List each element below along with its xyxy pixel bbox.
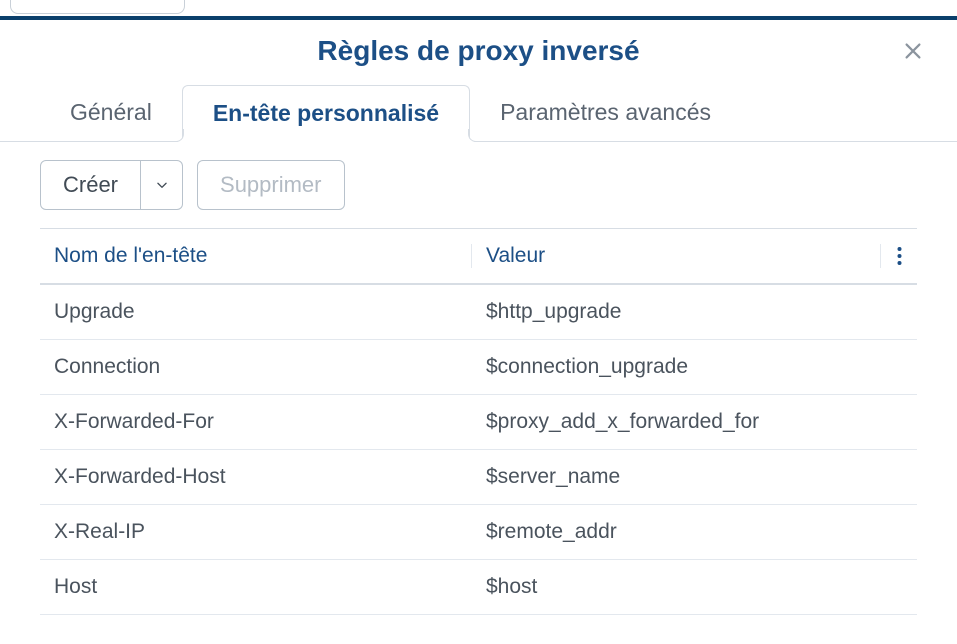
toolbar: Créer Supprimer (0, 142, 957, 228)
header-value-cell: $connection_upgrade (472, 355, 917, 379)
dialog-title: Règles de proxy inversé (317, 35, 639, 67)
header-value-cell: $remote_addr (472, 520, 917, 544)
tab-advanced[interactable]: Paramètres avancés (470, 85, 741, 141)
close-button[interactable] (899, 37, 927, 65)
reverse-proxy-rules-dialog: Règles de proxy inversé Général En-tête … (0, 16, 957, 644)
tab-custom-header[interactable]: En-tête personnalisé (182, 85, 470, 142)
chevron-down-icon (155, 178, 169, 192)
table-row[interactable]: Upgrade$http_upgrade (40, 285, 917, 340)
tab-general[interactable]: Général (40, 85, 182, 141)
table-row[interactable]: X-Forwarded-Host$server_name (40, 450, 917, 505)
table-row[interactable]: X-Forwarded-For$proxy_add_x_forwarded_fo… (40, 395, 917, 450)
background-tab-fragment (10, 0, 185, 14)
header-name-cell: Upgrade (40, 300, 472, 324)
header-value-cell: $proxy_add_x_forwarded_for (472, 410, 917, 434)
header-name-cell: X-Forwarded-Host (40, 465, 472, 489)
close-icon (902, 40, 924, 62)
headers-table: Nom de l'en-tête Valeur Upgrade$http_upg… (40, 228, 917, 615)
table-header-more-button[interactable] (881, 246, 917, 266)
table-row[interactable]: Connection$connection_upgrade (40, 340, 917, 395)
header-name-cell: X-Forwarded-For (40, 410, 472, 434)
create-dropdown-button[interactable] (141, 160, 183, 210)
delete-button[interactable]: Supprimer (197, 160, 344, 210)
table-row[interactable]: X-Real-IP$remote_addr (40, 505, 917, 560)
table-row[interactable]: Host$host (40, 560, 917, 615)
header-name-cell: Connection (40, 355, 472, 379)
create-button[interactable]: Créer (40, 160, 141, 210)
header-name-cell: Host (40, 575, 472, 599)
col-header-value[interactable]: Valeur (472, 244, 881, 268)
table-header-row: Nom de l'en-tête Valeur (40, 229, 917, 285)
dialog-header: Règles de proxy inversé (0, 20, 957, 82)
table-body: Upgrade$http_upgradeConnection$connectio… (40, 285, 917, 615)
header-value-cell: $host (472, 575, 917, 599)
create-button-group: Créer (40, 160, 183, 210)
more-vertical-icon (897, 246, 902, 266)
header-name-cell: X-Real-IP (40, 520, 472, 544)
header-value-cell: $server_name (472, 465, 917, 489)
col-header-name[interactable]: Nom de l'en-tête (40, 244, 472, 268)
header-value-cell: $http_upgrade (472, 300, 917, 324)
tabs: Général En-tête personnalisé Paramètres … (0, 82, 957, 142)
